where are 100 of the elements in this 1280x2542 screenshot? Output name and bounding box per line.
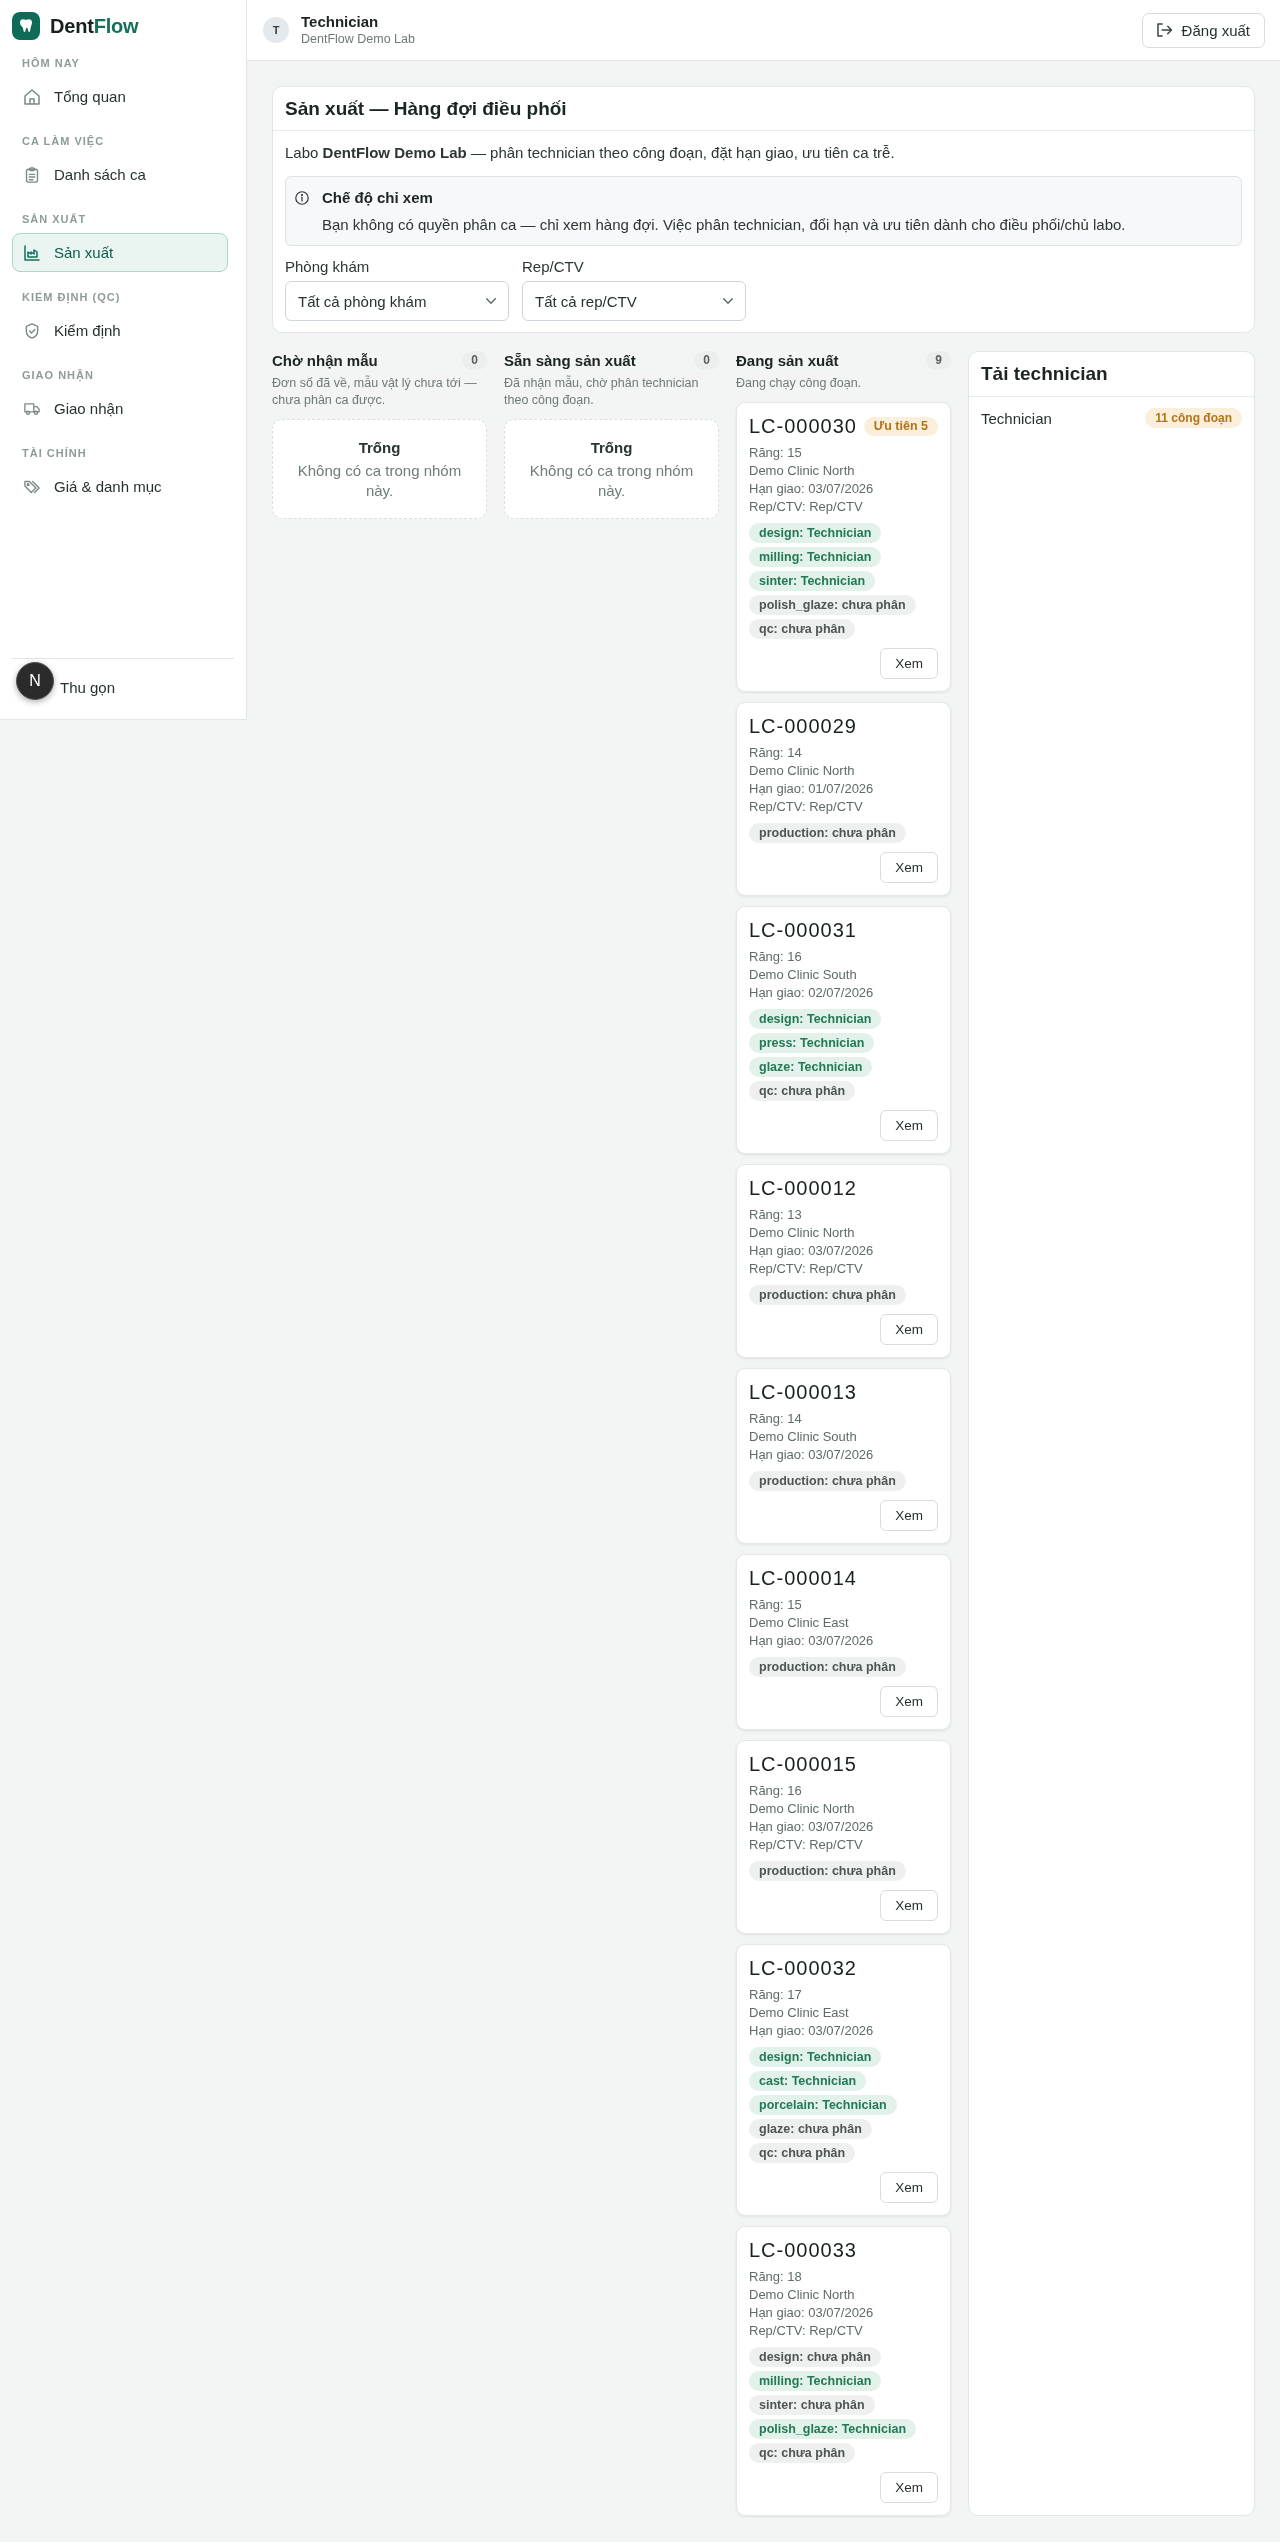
notice-text: Bạn không có quyền phân ca — chỉ xem hàng đợi. Việc phân technician, đổi hạn và ưu tiên dành cho điều phối/chủ labo. (322, 215, 1126, 235)
count-badge: 0 (694, 350, 719, 370)
stage-tag: qc: chưa phân (749, 1081, 856, 1101)
dev-tools-button[interactable]: N (16, 662, 54, 700)
stage-tag: milling: Technician (749, 2371, 882, 2391)
count-badge: 0 (462, 350, 487, 370)
nav-section-label: SẢN XUẤT (21, 212, 87, 226)
chevron-down-icon (486, 298, 496, 304)
due-date: Hạn giao: 03/07/2026 (749, 2022, 874, 2040)
stage-tag: design: Technician (749, 523, 882, 543)
view-button[interactable]: Xem (880, 2472, 938, 2503)
rep-info: Rep/CTV: Rep/CTV (749, 2322, 863, 2340)
view-button[interactable]: Xem (880, 2172, 938, 2203)
nav-item[interactable]: Sản xuất (12, 233, 228, 272)
stage-tag: design: Technician (749, 2047, 882, 2067)
clinic-name: Demo Clinic South (749, 966, 857, 984)
stage-tag: sinter: chưa phân (749, 2395, 875, 2415)
filter-select[interactable]: Tất cả rep/CTV (522, 281, 746, 321)
shield-check-icon (24, 322, 40, 339)
teeth-count: Răng: 13 (749, 1206, 802, 1224)
stage-tag: polish_glaze: Technician (749, 2419, 917, 2439)
due-date: Hạn giao: 03/07/2026 (749, 1446, 874, 1464)
view-button[interactable]: Xem (880, 1500, 938, 1531)
rep-info: Rep/CTV: Rep/CTV (749, 1836, 863, 1854)
nav-section-label: GIAO NHẬN (21, 368, 94, 382)
filter-select[interactable]: Tất cả phòng khám (285, 281, 509, 321)
view-button[interactable]: Xem (880, 1314, 938, 1345)
logout-button[interactable]: Đăng xuất (1141, 12, 1265, 48)
empty-state-title: Trống (590, 438, 633, 458)
clinic-name: Demo Clinic South (749, 1428, 857, 1446)
stage-tag: production: chưa phân (749, 823, 906, 843)
nav-section-label: TÀI CHÍNH (21, 446, 87, 460)
collapse-button[interactable]: Thu gọn (60, 667, 116, 707)
stage-tag: press: Technician (749, 1033, 875, 1053)
view-button[interactable]: Xem (880, 1686, 938, 1717)
stage-tag: qc: chưa phân (749, 619, 856, 639)
column-description: Đang chạy công đoạn. (736, 375, 863, 392)
column-description: Đã nhận mẫu, chờ phân technician theo công đoạn. (504, 375, 700, 409)
column-description: Đơn số đã về, mẫu vật lý chưa tới — chưa phân ca được. (272, 375, 478, 409)
case-id: LC-000029 (749, 714, 857, 738)
count-badge: 9 (926, 350, 951, 370)
clinic-name: Demo Clinic East (749, 1614, 849, 1632)
case-id: LC-000031 (749, 918, 857, 942)
logout-icon (1156, 23, 1172, 37)
due-date: Hạn giao: 03/07/2026 (749, 1818, 874, 1836)
nav-item[interactable]: Giao nhận (12, 389, 228, 428)
view-button[interactable]: Xem (880, 852, 938, 883)
notice-title: Chế độ chỉ xem (322, 188, 434, 208)
teeth-count: Răng: 16 (749, 1782, 802, 1800)
case-id: LC-000032 (749, 1956, 857, 1980)
stage-tag: design: chưa phân (749, 2347, 881, 2367)
due-date: Hạn giao: 03/07/2026 (749, 1242, 874, 1260)
panel-title: Tải technician (981, 363, 1108, 385)
case-id: LC-000015 (749, 1752, 857, 1776)
teeth-count: Răng: 15 (749, 1596, 802, 1614)
nav-item[interactable]: Danh sách ca (12, 155, 228, 194)
due-date: Hạn giao: 03/07/2026 (749, 1632, 874, 1650)
due-date: Hạn giao: 02/07/2026 (749, 984, 874, 1002)
filter-label: Rep/CTV (522, 258, 584, 276)
clinic-name: Demo Clinic North (749, 2286, 855, 2304)
panel-title: Sản xuất — Hàng đợi điều phối (285, 97, 567, 120)
stage-tag: production: chưa phân (749, 1285, 906, 1305)
truck-icon (24, 400, 40, 417)
teeth-count: Răng: 16 (749, 948, 802, 966)
chevron-down-icon (723, 298, 733, 304)
teeth-count: Răng: 18 (749, 2268, 802, 2286)
empty-state-title: Trống (358, 438, 401, 458)
clinic-name: Demo Clinic North (749, 1224, 855, 1242)
load-badge: 11 công đoạn (1145, 408, 1242, 428)
stage-tag: glaze: chưa phân (749, 2119, 872, 2139)
nav-item[interactable]: Kiểm định (12, 311, 228, 350)
rep-info: Rep/CTV: Rep/CTV (749, 1260, 863, 1278)
view-button[interactable]: Xem (880, 1110, 938, 1141)
stage-tag: design: Technician (749, 1009, 882, 1029)
column-title: Đang sản xuất (736, 351, 839, 369)
clinic-name: Demo Clinic North (749, 762, 855, 780)
view-button[interactable]: Xem (880, 1890, 938, 1921)
user-avatar: T (263, 17, 289, 43)
teeth-count: Răng: 15 (749, 444, 802, 462)
case-id: LC-000012 (749, 1176, 857, 1200)
teeth-count: Răng: 14 (749, 744, 802, 762)
case-id: LC-000030 (749, 414, 857, 438)
rep-info: Rep/CTV: Rep/CTV (749, 798, 863, 816)
nav-item[interactable]: Giá & danh mục (12, 467, 228, 506)
due-date: Hạn giao: 01/07/2026 (749, 780, 874, 798)
clinic-name: Demo Clinic North (749, 1800, 855, 1818)
brand-name: DentFlow (50, 14, 139, 38)
home-icon (24, 88, 40, 105)
tags-icon (24, 478, 40, 495)
user-name: Technician (301, 12, 379, 31)
view-button[interactable]: Xem (880, 648, 938, 679)
nav-item[interactable]: Tổng quan (12, 77, 228, 116)
case-id: LC-000033 (749, 2238, 857, 2262)
empty-state-text: Không có ca trong nhóm này. (296, 461, 463, 501)
stage-tag: porcelain: Technician (749, 2095, 897, 2115)
stage-tag: polish_glaze: chưa phân (749, 595, 916, 615)
due-date: Hạn giao: 03/07/2026 (749, 480, 874, 498)
empty-state-text: Không có ca trong nhóm này. (528, 461, 695, 501)
priority-badge: Ưu tiên 5 (863, 416, 938, 436)
clipboard-icon (24, 166, 40, 183)
